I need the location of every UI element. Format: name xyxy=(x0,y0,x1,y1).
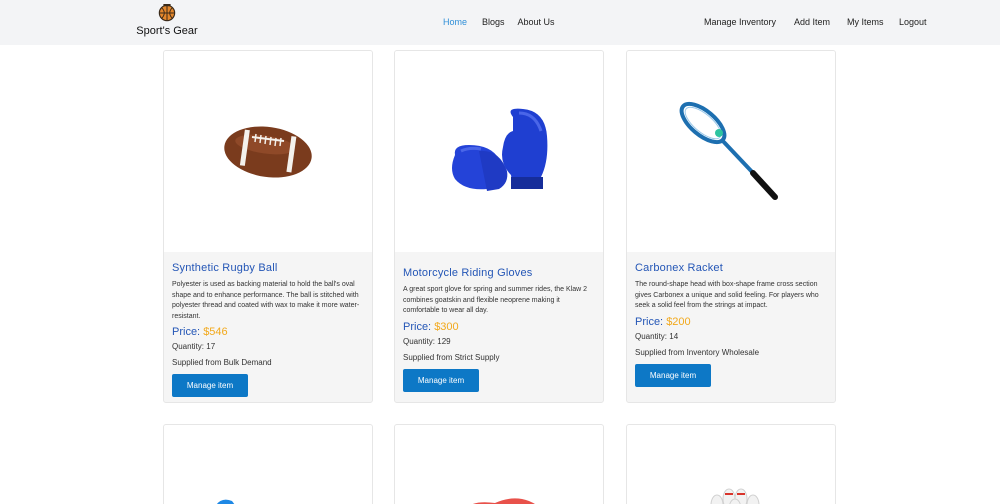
product-card-body: Carbonex Racket The round-shape head wit… xyxy=(627,262,835,387)
product-image xyxy=(710,488,760,504)
manage-item-button[interactable]: Manage item xyxy=(635,363,711,387)
product-quantity: Quantity: 17 xyxy=(172,342,216,351)
brand-name: Sport's Gear xyxy=(136,25,198,37)
price-amount: $546 xyxy=(203,326,228,338)
product-description: The round-shape head with box-shape fram… xyxy=(635,281,819,309)
product-card: Synthetic Rugby Ball Polyester is used a… xyxy=(163,50,373,403)
nav-about-link[interactable]: About Us xyxy=(518,17,555,27)
rugby-ball-image xyxy=(224,126,312,178)
product-supplier: Supplied from Strict Supply xyxy=(403,352,500,362)
product-price: Price: $300 xyxy=(403,321,595,333)
product-image xyxy=(164,51,372,252)
product-card xyxy=(163,424,373,504)
tennis-racket-image xyxy=(679,101,778,200)
nav-add-item-link[interactable]: Add Item xyxy=(794,17,830,27)
product-card-body: Synthetic Rugby Ball Polyester is used a… xyxy=(164,262,372,397)
product-card xyxy=(394,424,604,504)
product-price: Price: $200 xyxy=(635,316,827,328)
price-amount: $300 xyxy=(434,320,459,333)
brand[interactable]: Sport's Gear xyxy=(134,4,200,37)
navbar: Sport's Gear Home Blogs About Us Manage … xyxy=(0,0,1000,45)
nav-my-items-link[interactable]: My Items xyxy=(847,17,884,27)
product-image xyxy=(216,499,235,504)
product-quantity: Quantity: 14 xyxy=(635,331,679,341)
nav-home-link[interactable]: Home xyxy=(443,17,467,27)
price-label: Price: xyxy=(172,326,201,338)
product-price: Price: $546 xyxy=(172,326,364,338)
product-card: Carbonex Racket The round-shape head wit… xyxy=(626,50,836,403)
price-amount: $200 xyxy=(666,315,691,328)
product-card-body: Motorcycle Riding Gloves A great sport g… xyxy=(395,267,603,392)
product-description: A great sport glove for spring and summe… xyxy=(403,286,588,314)
price-label: Price: xyxy=(403,320,432,333)
product-supplier: Supplied from Inventory Wholesale xyxy=(635,347,760,357)
price-label: Price: xyxy=(635,315,664,328)
basketball-logo-icon xyxy=(158,4,176,22)
manage-item-button[interactable]: Manage item xyxy=(172,374,248,397)
product-supplier: Supplied from Bulk Demand xyxy=(172,358,272,367)
product-image xyxy=(395,51,603,252)
product-description: Polyester is used as backing material to… xyxy=(172,281,360,320)
product-quantity: Quantity: 129 xyxy=(403,336,451,346)
nav-logout-link[interactable]: Logout xyxy=(899,17,927,27)
main-nav: Home Blogs About Us xyxy=(443,17,555,27)
nav-manage-inventory-link[interactable]: Manage Inventory xyxy=(704,17,776,27)
product-card xyxy=(626,424,836,504)
product-card: Motorcycle Riding Gloves A great sport g… xyxy=(394,50,604,403)
nav-blogs-link[interactable]: Blogs xyxy=(482,17,505,27)
product-image xyxy=(472,498,536,504)
product-image xyxy=(627,51,835,252)
product-title: Carbonex Racket xyxy=(635,262,723,274)
boxing-gloves-image xyxy=(452,108,548,191)
manage-item-button[interactable]: Manage item xyxy=(403,368,479,392)
product-title: Synthetic Rugby Ball xyxy=(172,262,278,274)
product-title: Motorcycle Riding Gloves xyxy=(403,267,533,279)
